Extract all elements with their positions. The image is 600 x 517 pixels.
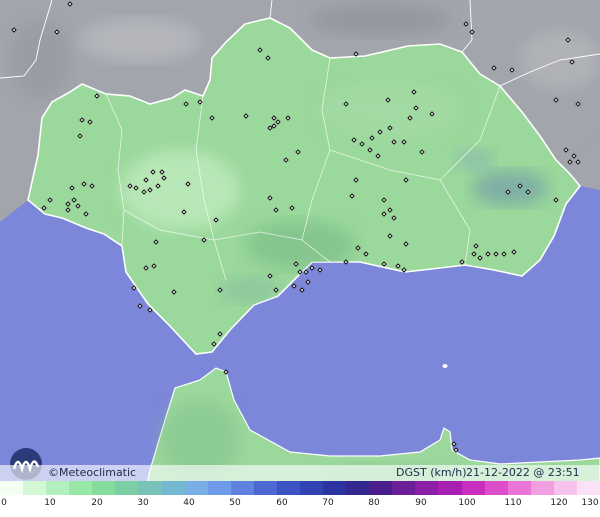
legend-tick-label: 70 [322,498,334,508]
legend-swatch [138,481,162,495]
legend-tick-label: 60 [276,498,288,508]
legend-swatch [69,481,93,495]
legend-swatch [46,481,70,495]
legend-tick-label: 100 [458,498,476,508]
brand-label: ©Meteoclimatic [48,466,137,479]
legend-swatch [415,481,439,495]
legend-swatch [576,481,600,495]
legend-swatch [346,481,370,495]
legend-tick-label: 40 [183,498,195,508]
legend-tick-label: 90 [415,498,427,508]
legend-tick-label: 120 [550,498,568,508]
product-label: DGST (km/h) [396,466,467,479]
legend-swatch [253,481,277,495]
legend-tick-label: 20 [91,498,103,508]
legend-tick-label: 10 [44,498,56,508]
alboran-island [442,364,448,368]
legend-tick-label: 50 [229,498,241,508]
map-canvas [0,0,600,517]
wind-gust-map[interactable] [0,0,600,517]
legend-swatch [461,481,485,495]
legend-swatch [0,481,24,495]
wind-speed-legend: 0 10 20 30 40 50 60 70 80 90 100 110 120 130 [0,481,600,517]
legend-color-bar [0,481,600,495]
legend-swatch [92,481,116,495]
legend-swatch [161,481,185,495]
info-bar: ©Meteoclimatic DGST (km/h) 21-12-2022 @ … [0,465,600,492]
legend-swatch [392,481,416,495]
legend-swatch [230,481,254,495]
legend-swatch [323,481,347,495]
legend-swatch [484,481,508,495]
legend-swatch [184,481,208,495]
legend-ticks: 0 10 20 30 40 50 60 70 80 90 100 110 120 130 [0,498,600,512]
legend-swatch [553,481,577,495]
legend-swatch [438,481,462,495]
legend-swatch [207,481,231,495]
legend-swatch [507,481,531,495]
legend-tick-label: 130 [581,498,599,508]
legend-tick-label: 110 [504,498,522,508]
legend-tick-label: 80 [368,498,380,508]
legend-tick-label: 0 [1,498,7,508]
legend-swatch [369,481,393,495]
legend-swatch [115,481,139,495]
legend-swatch [23,481,47,495]
legend-swatch [276,481,301,495]
legend-swatch [300,481,324,495]
legend-swatch [530,481,554,495]
legend-tick-label: 30 [137,498,149,508]
